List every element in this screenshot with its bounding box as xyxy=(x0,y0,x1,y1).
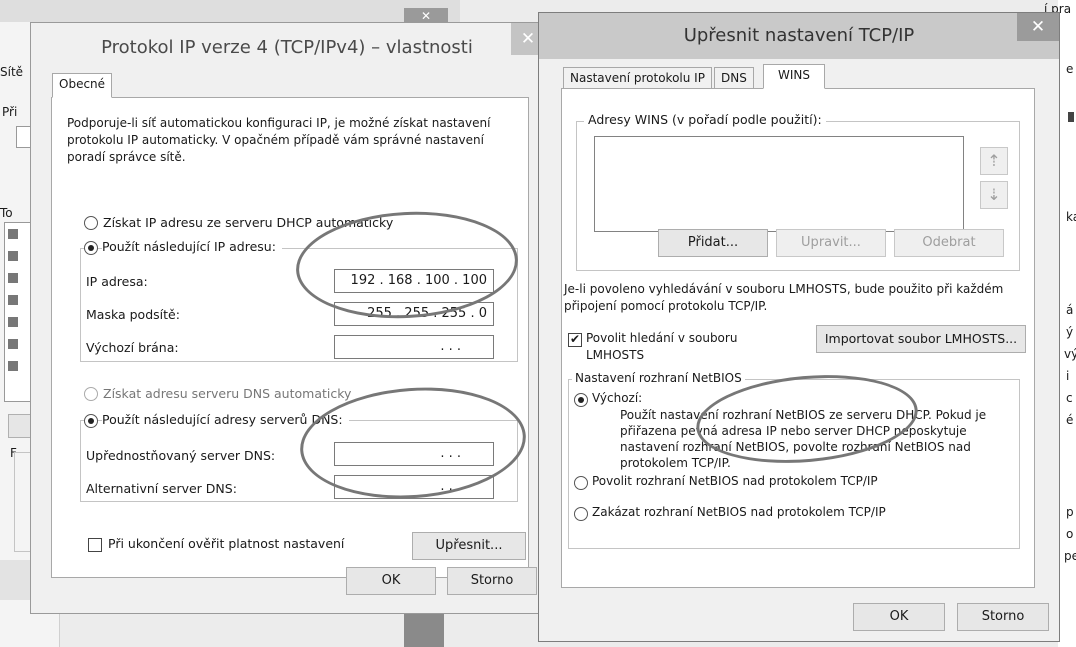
lmhosts-info-line-1: Je-li povoleno vyhledávání v souboru LMH… xyxy=(564,282,1004,296)
advanced-tcpip-dialog: Upřesnit nastavení TCP/IP ✕ Nastavení pr… xyxy=(538,12,1060,642)
close-button[interactable]: ✕ xyxy=(1017,13,1059,41)
wins-panel: Adresy WINS (v pořadí podle použití): ⇡ … xyxy=(561,88,1035,588)
bg-right-text-5: vý xyxy=(1064,347,1076,361)
bg-right-text-6: i xyxy=(1066,369,1070,383)
bg-text-site: Sítě xyxy=(0,65,24,79)
lmhosts-info-line-2: připojení pomocí protokolu TCP/IP. xyxy=(564,299,768,313)
cancel-button[interactable]: Storno xyxy=(957,603,1049,631)
import-lmhosts-button[interactable]: Importovat soubor LMHOSTS... xyxy=(816,325,1026,353)
bg-right-text-4: ý xyxy=(1066,325,1074,339)
move-down-button[interactable]: ⇣ xyxy=(980,181,1008,209)
wins-group-label: Adresy WINS (v pořadí podle použití): xyxy=(584,112,826,127)
edit-button[interactable]: Upravit... xyxy=(776,229,886,257)
background-window-left-top xyxy=(0,0,460,22)
gateway-label: Výchozí brána: xyxy=(86,340,179,355)
radio-manual-ip-label[interactable]: Použít následující IP adresu: xyxy=(102,239,282,254)
bg-right-text-7: c xyxy=(1066,391,1073,405)
radio-manual-ip[interactable] xyxy=(84,241,98,255)
radio-auto-ip[interactable] xyxy=(84,216,98,230)
remove-button[interactable]: Odebrat xyxy=(894,229,1004,257)
bg-right-text-8: é xyxy=(1066,413,1074,427)
move-up-button[interactable]: ⇡ xyxy=(980,147,1008,175)
general-panel: Podporuje-li síť automatickou konfigurac… xyxy=(51,97,529,578)
radio-netbios-default[interactable] xyxy=(574,393,588,407)
netbios-group-label: Nastavení rozhraní NetBIOS xyxy=(572,371,745,385)
intro-line-3: poradí správce sítě. xyxy=(67,150,186,164)
bg-text-to: To xyxy=(0,206,13,220)
radio-netbios-enable-label[interactable]: Povolit rozhraní NetBIOS nad protokolem … xyxy=(592,474,878,488)
arrow-up-icon: ⇡ xyxy=(987,151,1001,170)
bg-list-checks xyxy=(8,226,18,376)
radio-manual-dns[interactable] xyxy=(84,414,98,428)
tab-wins[interactable]: WINS xyxy=(763,64,825,89)
arrow-down-icon: ⇣ xyxy=(987,185,1001,204)
tab-ip-settings[interactable]: Nastavení protokolu IP xyxy=(563,67,712,89)
gateway-field[interactable]: . . . xyxy=(334,335,494,359)
bg-right-mark xyxy=(1068,112,1074,122)
cancel-button[interactable]: Storno xyxy=(447,567,537,595)
intro-line-1: Podporuje-li síť automatickou konfigurac… xyxy=(67,116,491,130)
validate-on-exit-label[interactable]: Při ukončení ověřit platnost nastavení xyxy=(108,536,344,551)
lmhosts-lookup-checkbox[interactable]: ✔ xyxy=(568,333,582,347)
radio-netbios-default-label[interactable]: Výchozí: xyxy=(592,391,642,405)
bg-right-text-2: ka xyxy=(1066,210,1076,224)
ok-button[interactable]: OK xyxy=(346,567,436,595)
bg-right-text-10: o xyxy=(1066,527,1074,541)
dns-preferred-label: Upřednostňovaný server DNS: xyxy=(86,448,276,463)
dns-alternate-label: Alternativní server DNS: xyxy=(86,481,237,496)
bg-text-pri: Při xyxy=(2,105,18,119)
validate-on-exit-checkbox[interactable] xyxy=(88,538,102,552)
add-button[interactable]: Přidat... xyxy=(658,229,768,257)
radio-netbios-disable[interactable] xyxy=(574,507,588,521)
wins-list[interactable] xyxy=(594,136,964,232)
subnet-mask-label: Maska podsítě: xyxy=(86,307,180,322)
radio-netbios-enable[interactable] xyxy=(574,476,588,490)
bg-right-text-9: p xyxy=(1066,505,1074,519)
intro-line-2: protokolu IP automaticky. V opačném příp… xyxy=(67,133,484,147)
tab-dns[interactable]: DNS xyxy=(714,67,754,89)
bg-right-text-3: á xyxy=(1066,303,1074,317)
tab-general[interactable]: Obecné xyxy=(52,73,113,98)
radio-auto-dns[interactable] xyxy=(84,387,98,401)
default-desc-line-4: protokolem TCP/IP. xyxy=(620,456,731,470)
ip-address-label: IP adresa: xyxy=(86,274,148,289)
lmhosts-lookup-label-2[interactable]: LMHOSTS xyxy=(586,348,644,362)
ipv4-properties-dialog: Protokol IP verze 4 (TCP/IPv4) – vlastno… xyxy=(30,22,545,614)
dialog-title: Protokol IP verze 4 (TCP/IPv4) – vlastno… xyxy=(101,37,473,58)
ok-button[interactable]: OK xyxy=(853,603,945,631)
radio-netbios-disable-label[interactable]: Zakázat rozhraní NetBIOS nad protokolem … xyxy=(592,505,886,519)
lmhosts-lookup-label-1[interactable]: Povolit hledání v souboru xyxy=(586,331,737,345)
advanced-button[interactable]: Upřesnit... xyxy=(412,532,526,560)
dialog-title: Upřesnit nastavení TCP/IP xyxy=(683,25,915,46)
bg-right-text-1: e xyxy=(1066,62,1074,76)
bg-right-text-11: pe xyxy=(1064,549,1076,563)
radio-auto-dns-label[interactable]: Získat adresu serveru DNS automaticky xyxy=(103,386,351,401)
